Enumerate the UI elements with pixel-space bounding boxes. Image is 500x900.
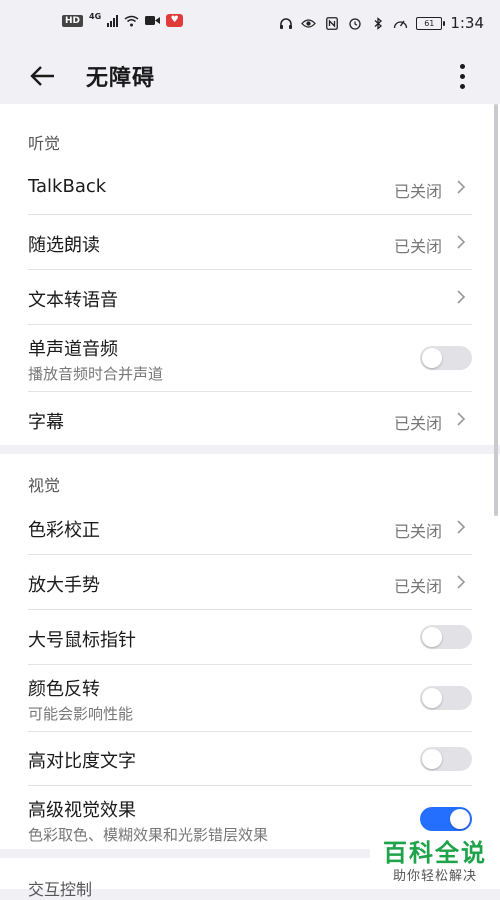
nfc-icon xyxy=(324,16,339,30)
hd-badge: HD xyxy=(62,14,84,27)
advanced-visual-effects-toggle[interactable] xyxy=(420,807,472,831)
list-item-select-to-speak[interactable]: 随选朗读 已关闭 xyxy=(28,215,472,269)
item-label: 字幕 xyxy=(28,412,64,433)
more-options-button[interactable] xyxy=(448,60,476,92)
list-item-text-to-speech[interactable]: 文本转语音 xyxy=(28,270,472,324)
watermark-title: 百科全说 xyxy=(383,839,487,867)
toggle-knob xyxy=(422,627,442,647)
toggle-knob xyxy=(422,348,442,368)
item-label: 颜色反转 xyxy=(28,679,100,700)
status-left: HD 4G ♥ xyxy=(62,12,184,27)
vision-section: 视觉 色彩校正 已关闭 放大手势 已关闭 大号鼠标指针 颜色反转 可能会影响性能… xyxy=(0,454,500,849)
list-item-high-contrast-text[interactable]: 高对比度文字 xyxy=(28,732,472,785)
watermark-logo: 百科全说 助你轻松解决 xyxy=(370,831,500,889)
clock: 1:34 xyxy=(450,14,484,32)
chevron-right-icon xyxy=(457,520,466,534)
color-inversion-toggle[interactable] xyxy=(420,686,472,710)
item-label: 大号鼠标指针 xyxy=(28,630,136,651)
battery-icon: 61 xyxy=(416,16,446,30)
item-subtitle: 播放音频时合并声道 xyxy=(28,365,164,383)
headphones-icon xyxy=(278,17,293,30)
toggle-knob xyxy=(450,809,470,829)
item-status: 已关闭 xyxy=(393,577,442,596)
list-item-talkback[interactable]: TalkBack 已关闭 xyxy=(28,160,472,215)
item-status: 已关闭 xyxy=(393,414,442,433)
hearing-section: 听觉 TalkBack 已关闭 随选朗读 已关闭 文本转语音 单声道音频 播放音… xyxy=(0,104,500,445)
more-dot xyxy=(459,63,465,69)
large-pointer-toggle[interactable] xyxy=(420,625,472,649)
section-title-interaction: 交互控制 xyxy=(28,880,93,899)
more-dot xyxy=(459,73,465,79)
chevron-right-icon xyxy=(457,180,466,194)
speed-icon xyxy=(393,17,408,30)
list-item-color-correction[interactable]: 色彩校正 已关闭 xyxy=(28,500,472,554)
item-status: 已关闭 xyxy=(393,522,442,541)
back-button[interactable] xyxy=(26,60,58,92)
page-title: 无障碍 xyxy=(86,66,156,91)
toolbar: 无障碍 xyxy=(0,48,500,104)
alarm-icon xyxy=(347,17,362,30)
back-arrow-icon xyxy=(30,66,54,86)
item-label: 色彩校正 xyxy=(28,520,100,541)
app-notification-icon: ♥ xyxy=(166,14,184,27)
chevron-right-icon xyxy=(457,290,466,304)
item-subtitle: 色彩取色、模糊效果和光影错层效果 xyxy=(28,826,269,844)
item-status: 已关闭 xyxy=(393,237,442,256)
list-item-captions[interactable]: 字幕 已关闭 xyxy=(28,392,472,445)
item-label: 高级视觉效果 xyxy=(28,800,136,821)
scrollbar[interactable] xyxy=(494,104,498,516)
status-right: 61 1:34 xyxy=(278,14,484,32)
network-type: 4G xyxy=(89,12,102,21)
item-label: 高对比度文字 xyxy=(28,751,136,772)
toggle-knob xyxy=(422,749,442,769)
mono-audio-toggle[interactable] xyxy=(420,346,472,370)
list-item-magnification-gesture[interactable]: 放大手势 已关闭 xyxy=(28,555,472,609)
chevron-right-icon xyxy=(457,575,466,589)
watermark-subtitle: 助你轻松解决 xyxy=(392,869,477,884)
eye-icon xyxy=(301,17,317,30)
section-title-hearing: 听觉 xyxy=(28,134,61,153)
list-item-mono-audio[interactable]: 单声道音频 播放音频时合并声道 xyxy=(28,325,472,391)
item-status: 已关闭 xyxy=(393,182,442,201)
chevron-right-icon xyxy=(457,412,466,426)
chevron-right-icon xyxy=(457,235,466,249)
section-title-vision: 视觉 xyxy=(28,476,61,495)
status-bar: HD 4G ♥ 61 1:34 xyxy=(0,0,500,48)
more-dot xyxy=(459,83,465,89)
bluetooth-icon xyxy=(370,16,385,30)
toggle-knob xyxy=(422,688,442,708)
item-label: 单声道音频 xyxy=(28,339,118,360)
list-item-color-inversion[interactable]: 颜色反转 可能会影响性能 xyxy=(28,665,472,731)
item-label: TalkBack xyxy=(28,176,107,197)
item-subtitle: 可能会影响性能 xyxy=(28,705,134,723)
item-label: 放大手势 xyxy=(28,575,100,596)
signal-icon xyxy=(107,14,119,27)
item-label: 随选朗读 xyxy=(28,235,100,256)
wifi-icon xyxy=(124,14,139,27)
video-icon xyxy=(145,14,161,27)
high-contrast-toggle[interactable] xyxy=(420,747,472,771)
list-item-large-pointer[interactable]: 大号鼠标指针 xyxy=(28,610,472,664)
item-label: 文本转语音 xyxy=(28,290,118,311)
